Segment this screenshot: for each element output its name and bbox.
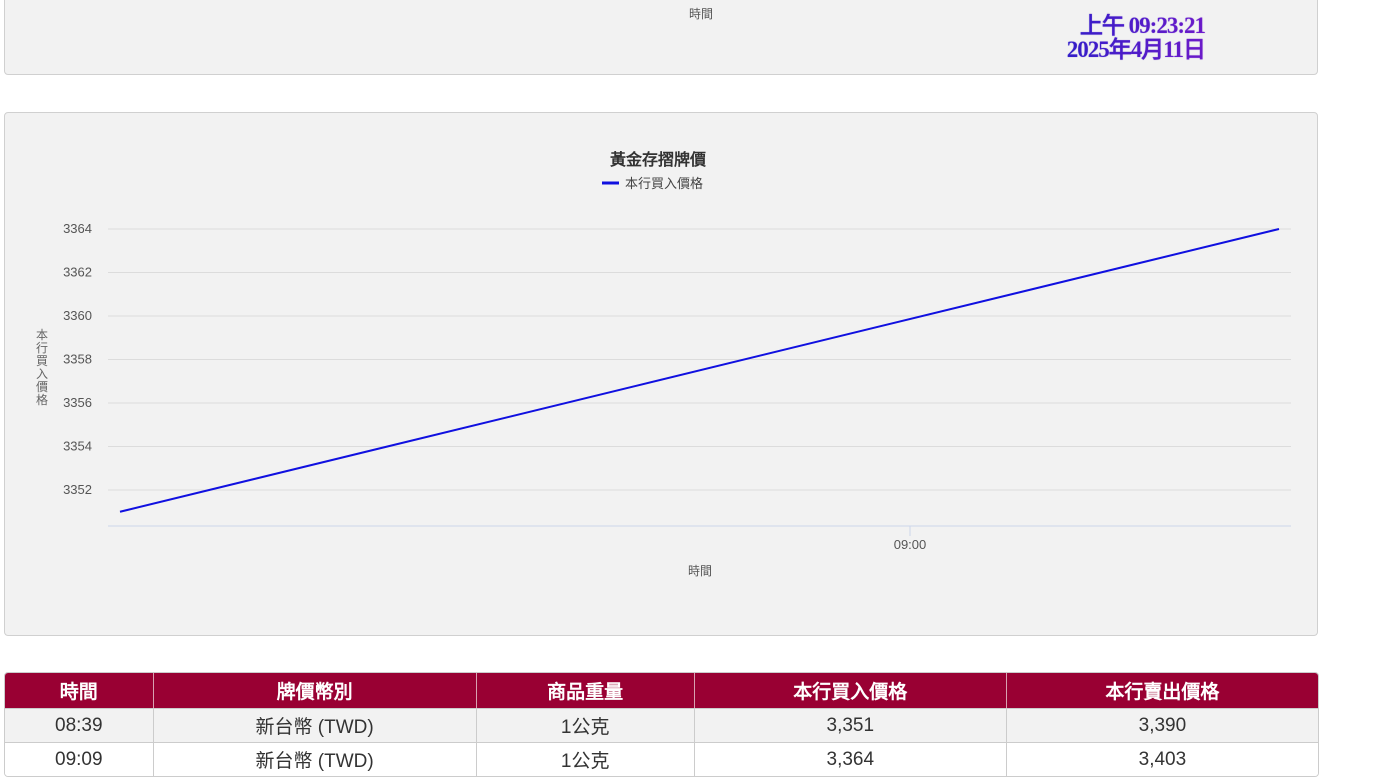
legend-item[interactable]: 本行買入價格: [625, 176, 703, 191]
table-row: 08:39 新台幣 (TWD) 1公克 3,351 3,390: [5, 708, 1318, 742]
gold-price-chart: 3352 3354 3356 3358 3360 3362 3364 黃金存摺牌價 本行買入…: [36, 150, 1291, 578]
table-cell: 08:39: [5, 708, 154, 742]
price-table: 時間 牌價幣別 商品重量 本行買入價格 本行賣出價格 08:39 新台幣 (TWD) 1公克…: [4, 672, 1319, 777]
table-cell: 1公克: [476, 742, 695, 776]
clock-time: 上午 09:23:21: [1079, 13, 1206, 38]
gold-price-chart-panel: 3352 3354 3356 3358 3360 3362 3364 黃金存摺牌價 本行買入…: [4, 112, 1318, 636]
table-cell: 3,351: [694, 708, 1007, 742]
y-axis-label: 本行買入價格: [36, 328, 48, 407]
x-tick-label: 09:00: [894, 537, 927, 552]
series-line[interactable]: [119, 228, 1280, 513]
chart-title: 黃金存摺牌價: [609, 150, 707, 169]
y-tick-label: 3352: [63, 482, 92, 497]
column-header: 時間: [5, 673, 154, 708]
table-cell: 3,403: [1006, 742, 1318, 776]
y-tick-label: 3360: [63, 308, 92, 323]
y-tick-label: 3354: [63, 439, 92, 454]
table-cell: 09:09: [5, 742, 154, 776]
table-cell: 新台幣 (TWD): [153, 708, 477, 742]
clock: 上午 09:23:21 2025年4月11日: [1066, 13, 1206, 62]
previous-chart-panel: 時間 上午 09:23:21 2025年4月11日: [4, 0, 1318, 75]
table-cell: 3,390: [1006, 708, 1318, 742]
y-tick-label: 3362: [63, 265, 92, 280]
table-row: 09:09 新台幣 (TWD) 1公克 3,364 3,403: [5, 742, 1318, 776]
x-axis-label: 時間: [688, 564, 712, 578]
y-tick-label: 3356: [63, 395, 92, 410]
column-header: 本行買入價格: [694, 673, 1007, 708]
y-tick-label: 3364: [63, 221, 92, 236]
y-tick-label: 3358: [63, 352, 92, 367]
table-cell: 1公克: [476, 708, 695, 742]
column-header: 本行賣出價格: [1006, 673, 1318, 708]
column-header: 商品重量: [476, 673, 695, 708]
column-header: 牌價幣別: [153, 673, 477, 708]
table-cell: 3,364: [694, 742, 1007, 776]
table-cell: 新台幣 (TWD): [153, 742, 477, 776]
clock-date: 2025年4月11日: [1066, 37, 1206, 62]
